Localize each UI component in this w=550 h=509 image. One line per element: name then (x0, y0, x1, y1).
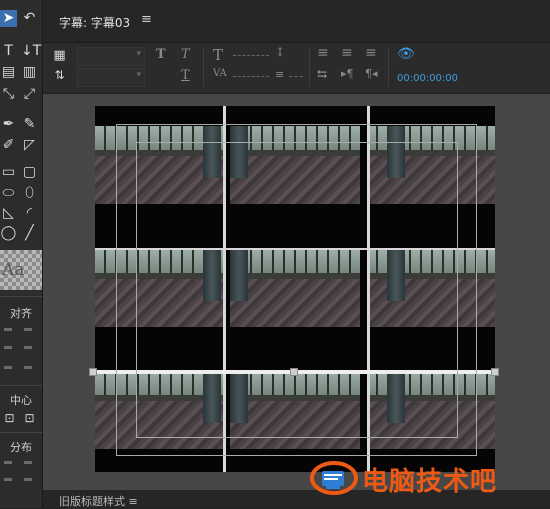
wedge-tool-icon[interactable]: ◺ (0, 205, 17, 222)
panel-header: 字幕: 字幕03 ≡ (43, 0, 550, 43)
font-family-dropdown[interactable]: ▾ (77, 47, 145, 66)
distribute-top-icon[interactable] (24, 461, 32, 464)
kerning-icon[interactable]: ↕ (275, 45, 285, 59)
vertical-area-type-tool-icon[interactable]: ▥ (21, 64, 38, 81)
text-style-swatch[interactable]: Aa (0, 250, 42, 290)
show-background-video-icon[interactable]: 👁 (397, 46, 415, 62)
convert-anchor-tool-icon[interactable]: ◸ (21, 137, 38, 154)
distribute-section-label: 分布 (10, 441, 32, 454)
selection-tool-icon[interactable]: ➤ (0, 10, 17, 27)
text-style-sample: Aa (2, 260, 25, 280)
align-center-text-icon[interactable]: ≡ (341, 45, 353, 61)
distribute-center-icon[interactable] (4, 478, 12, 481)
align-left-text-icon[interactable]: ≡ (317, 45, 329, 61)
align-right-icon[interactable] (4, 366, 12, 369)
align-right-text-icon[interactable]: ≡ (365, 45, 377, 61)
pen-tool-icon[interactable]: ✒ (0, 116, 17, 133)
leading-icon[interactable]: ≡ (275, 68, 284, 81)
add-anchor-tool-icon[interactable]: ✐ (0, 137, 17, 154)
delete-anchor-tool-icon[interactable]: ✎ (21, 116, 38, 133)
align-center-h-icon[interactable] (4, 346, 12, 349)
center-vertical-icon[interactable]: ⊡ (21, 410, 38, 427)
font-size-icon[interactable]: T (213, 46, 223, 64)
center-section-label: 中心 (10, 394, 32, 407)
tab-stops-icon[interactable]: ⇆ (317, 67, 327, 81)
title-toolbar: ▦ ⇅ ▾ ▾ T T T T ↕ VA ≡ ≡ ≡ ≡ ⇆ ▸¶ ¶◂ 👁 0… (43, 43, 550, 93)
selection-handle[interactable] (89, 368, 97, 376)
font-style-dropdown[interactable]: ▾ (77, 68, 145, 87)
watermark-text: 电脑技术吧 (362, 467, 498, 497)
center-horizontal-icon[interactable]: ⊡ (1, 410, 18, 427)
timecode-display[interactable]: 00:00:00:00 (397, 73, 458, 84)
area-type-tool-icon[interactable]: ▤ (0, 64, 17, 81)
legacy-title-styles-label[interactable]: 旧版标题样式 ≡ (59, 493, 138, 509)
leading-field[interactable] (289, 76, 303, 77)
rounded-rectangle-tool-icon[interactable]: ▢ (21, 164, 38, 181)
new-title-icon[interactable]: ▦ (51, 47, 68, 64)
arc-tool-icon[interactable]: ◜ (21, 205, 38, 222)
distribute-left-icon[interactable] (4, 461, 12, 464)
selection-handle[interactable] (491, 368, 499, 376)
italic-button[interactable]: T (181, 47, 190, 62)
vertical-path-type-tool-icon[interactable]: ⤢ (21, 86, 38, 103)
align-bottom-icon[interactable] (24, 366, 32, 369)
rectangle-tool-icon[interactable]: ▭ (0, 164, 17, 181)
ellipse-small-tool-icon[interactable]: ◯ (0, 225, 17, 242)
path-type-tool-icon[interactable]: ⤡ (0, 86, 17, 103)
clipped-corner-tool-icon[interactable]: ⬭ (0, 185, 17, 202)
type-tool-icon[interactable]: T (0, 43, 17, 60)
align-section-label: 对齐 (10, 307, 32, 320)
align-left-icon[interactable] (4, 328, 12, 331)
background-video-next-icon[interactable]: ¶◂ (365, 67, 378, 80)
watermark: 电脑技术吧 (306, 455, 550, 501)
panel-title[interactable]: 字幕: 字幕03 (59, 14, 130, 31)
watermark-logo-icon (310, 461, 358, 495)
rotate-tool-icon[interactable]: ↶ (21, 10, 38, 27)
vertical-type-tool-icon[interactable]: ↓T (21, 43, 41, 60)
distribute-middle-icon[interactable] (24, 478, 32, 481)
tools-panel: ➤ ↶ T ↓T ▤ ▥ ⤡ ⤢ ✒ ✎ ✐ ◸ ▭ ▢ ⬭ ⬯ ◺ ◜ ◯ ╱… (0, 0, 43, 508)
line-tool-icon[interactable]: ╱ (21, 225, 38, 242)
font-size-field[interactable] (233, 55, 269, 56)
ellipse-tool-icon[interactable]: ⬯ (21, 185, 38, 202)
align-center-v-icon[interactable] (24, 346, 32, 349)
title-safe-area (136, 142, 458, 438)
roll-crawl-options-icon[interactable]: ⇅ (51, 67, 68, 84)
tracking-field[interactable] (233, 76, 269, 77)
bold-button[interactable]: T (156, 47, 166, 62)
align-top-icon[interactable] (24, 328, 32, 331)
tracking-icon[interactable]: VA (213, 68, 227, 79)
background-video-prev-icon[interactable]: ▸¶ (341, 67, 354, 80)
underline-button[interactable]: T (181, 68, 190, 83)
panel-menu-icon[interactable]: ≡ (141, 12, 152, 27)
